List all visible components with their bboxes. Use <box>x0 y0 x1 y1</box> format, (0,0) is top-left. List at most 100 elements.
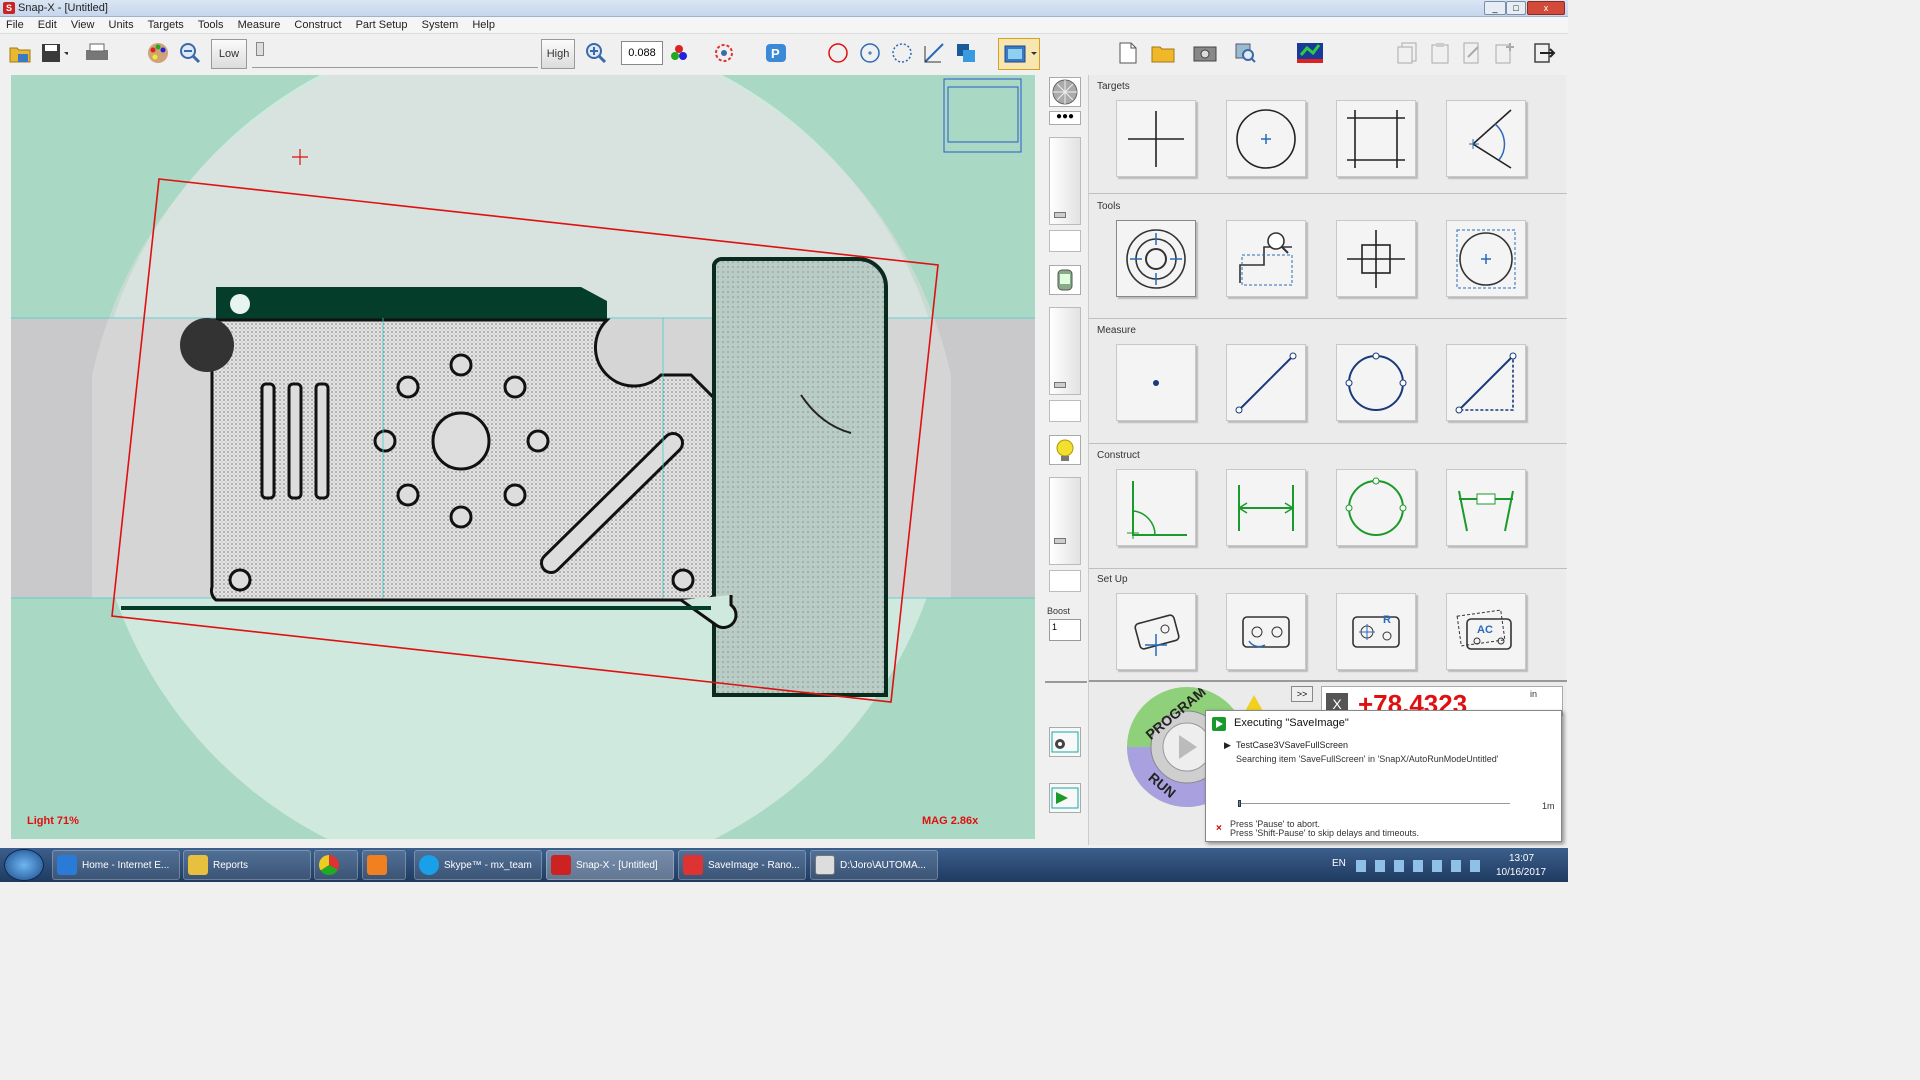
ring-light-icon[interactable] <box>1049 77 1081 107</box>
angle-line-icon[interactable] <box>920 39 948 67</box>
settings-gear-icon[interactable] <box>1049 727 1081 757</box>
cross-box-tool-tile[interactable] <box>1336 220 1416 297</box>
maximize-button[interactable]: □ <box>1506 1 1526 15</box>
display-mode-button[interactable] <box>998 38 1040 70</box>
menu-file[interactable]: File <box>0 17 29 31</box>
low-button[interactable]: Low <box>211 39 247 69</box>
menu-part-setup[interactable]: Part Setup <box>350 17 413 31</box>
setup-align-tile[interactable] <box>1116 593 1196 670</box>
boost-label: Boost <box>1047 606 1071 616</box>
circle-icon <box>1345 352 1407 411</box>
zoom-value-field[interactable]: 0.088 <box>621 41 663 65</box>
color-palette-icon[interactable] <box>144 39 172 67</box>
crosshair-target-tile[interactable] <box>1116 100 1196 177</box>
line-icon <box>1235 352 1297 413</box>
ring-light-value[interactable] <box>1049 230 1081 252</box>
boost-spinner[interactable]: 1 <box>1049 619 1081 641</box>
system-tray-icons[interactable] <box>1356 860 1486 872</box>
open-folder-icon[interactable] <box>6 39 34 67</box>
expand-arrow-icon[interactable]: ▶ <box>1224 740 1231 751</box>
coaxial-light-value[interactable] <box>1049 400 1081 422</box>
measure-line-tile[interactable] <box>1226 344 1306 421</box>
rgb-channels-icon[interactable] <box>665 39 693 67</box>
popup-searching: Searching item 'SaveFullScreen' in 'Snap… <box>1236 754 1499 764</box>
fit-circle-tool-tile[interactable] <box>1446 220 1526 297</box>
zoom-out-icon[interactable] <box>176 39 204 67</box>
ring-light-thumb[interactable] <box>1054 212 1066 218</box>
zoom-slider[interactable] <box>252 42 538 68</box>
taskbar-ranorex[interactable]: SaveImage - Rano... <box>678 850 806 880</box>
run-arrow-icon[interactable] <box>1049 783 1081 813</box>
taskbar-ie[interactable]: Home - Internet E... <box>52 850 180 880</box>
taskbar-reports[interactable]: Reports <box>183 850 311 880</box>
grid-target-tile[interactable] <box>1336 100 1416 177</box>
circle-target-red-icon[interactable] <box>824 39 852 67</box>
menu-targets[interactable]: Targets <box>142 17 189 31</box>
construct-angle-tile[interactable] <box>1116 469 1196 546</box>
circle-center-icon[interactable] <box>856 39 884 67</box>
menu-system[interactable]: System <box>416 17 464 31</box>
start-button[interactable] <box>4 849 44 881</box>
chrome-icon <box>319 855 339 875</box>
setup-rotate-tile[interactable] <box>1226 593 1306 670</box>
coaxial-light-slider[interactable] <box>1049 307 1081 395</box>
menu-construct[interactable]: Construct <box>288 17 346 31</box>
auto-circle-tool-tile[interactable] <box>1116 220 1196 297</box>
taskbar-media-player[interactable] <box>362 850 406 880</box>
measure-circle-tile[interactable] <box>1336 344 1416 421</box>
program-p-icon[interactable]: P <box>764 39 792 67</box>
exit-icon[interactable] <box>1530 39 1558 67</box>
back-light-icon[interactable] <box>1049 435 1081 465</box>
report-chart-icon[interactable] <box>1296 39 1324 67</box>
menu-edit[interactable]: Edit <box>32 17 62 31</box>
taskbar-chrome[interactable] <box>314 850 358 880</box>
minimize-button[interactable]: _ <box>1484 1 1506 15</box>
back-light-value[interactable] <box>1049 570 1081 592</box>
menu-units[interactable]: Units <box>103 17 139 31</box>
coaxial-light-icon[interactable] <box>1049 265 1081 295</box>
print-icon[interactable] <box>84 39 112 67</box>
measure-point-tile[interactable] <box>1116 344 1196 421</box>
setup-reference-tile[interactable]: R <box>1336 593 1416 670</box>
close-button[interactable]: x <box>1527 1 1565 15</box>
circle-target-tile[interactable] <box>1226 100 1306 177</box>
camera-viewport[interactable]: Light 71% MAG 2.86x <box>11 75 1035 839</box>
edge-search-tool-tile[interactable] <box>1226 220 1306 297</box>
menu-help[interactable]: Help <box>466 17 500 31</box>
expand-button[interactable]: >> <box>1291 686 1313 702</box>
menu-view[interactable]: View <box>65 17 100 31</box>
edge-detect-icon[interactable] <box>712 39 740 67</box>
save-icon[interactable] <box>40 39 68 67</box>
taskbar-ranorex-label: SaveImage - Rano... <box>708 859 800 871</box>
construct-distance-tile[interactable] <box>1226 469 1306 546</box>
zoom-in-icon[interactable] <box>582 39 610 67</box>
taskbar-skype[interactable]: Skype™ - mx_team <box>414 850 542 880</box>
setup-auto-center-tile[interactable]: AC <box>1446 593 1526 670</box>
back-light-slider[interactable] <box>1049 477 1081 565</box>
inspect-zoom-icon[interactable] <box>1234 39 1262 67</box>
play-icon <box>1212 717 1226 731</box>
menu-tools[interactable]: Tools <box>192 17 229 31</box>
taskbar-snapx[interactable]: Snap-X - [Untitled] <box>546 850 674 880</box>
zoom-slider-thumb[interactable] <box>256 42 264 56</box>
new-document-icon[interactable] <box>1114 39 1142 67</box>
layers-icon[interactable] <box>952 39 980 67</box>
menu-measure[interactable]: Measure <box>232 17 286 31</box>
language-indicator[interactable]: EN <box>1332 858 1346 869</box>
fit-circle-icon <box>1456 229 1516 288</box>
construct-width-tile[interactable] <box>1446 469 1526 546</box>
coaxial-light-thumb[interactable] <box>1054 382 1066 388</box>
back-light-thumb[interactable] <box>1054 538 1066 544</box>
auto-circle-tool-icon <box>1126 228 1186 289</box>
angle-target-tile[interactable] <box>1446 100 1526 177</box>
construct-circle-tile[interactable] <box>1336 469 1416 546</box>
open-program-icon[interactable] <box>1150 39 1178 67</box>
ring-segments-icon[interactable]: ●●● <box>1049 111 1081 125</box>
camera-capture-icon[interactable] <box>1192 39 1220 67</box>
measure-distance-tile[interactable] <box>1446 344 1526 421</box>
dashed-circle-icon[interactable] <box>888 39 916 67</box>
high-button[interactable]: High <box>541 39 575 69</box>
taskbar-explorer[interactable]: D:\Joro\AUTOMA... <box>810 850 938 880</box>
dro-unit: in <box>1530 689 1538 699</box>
ring-light-slider[interactable] <box>1049 137 1081 225</box>
